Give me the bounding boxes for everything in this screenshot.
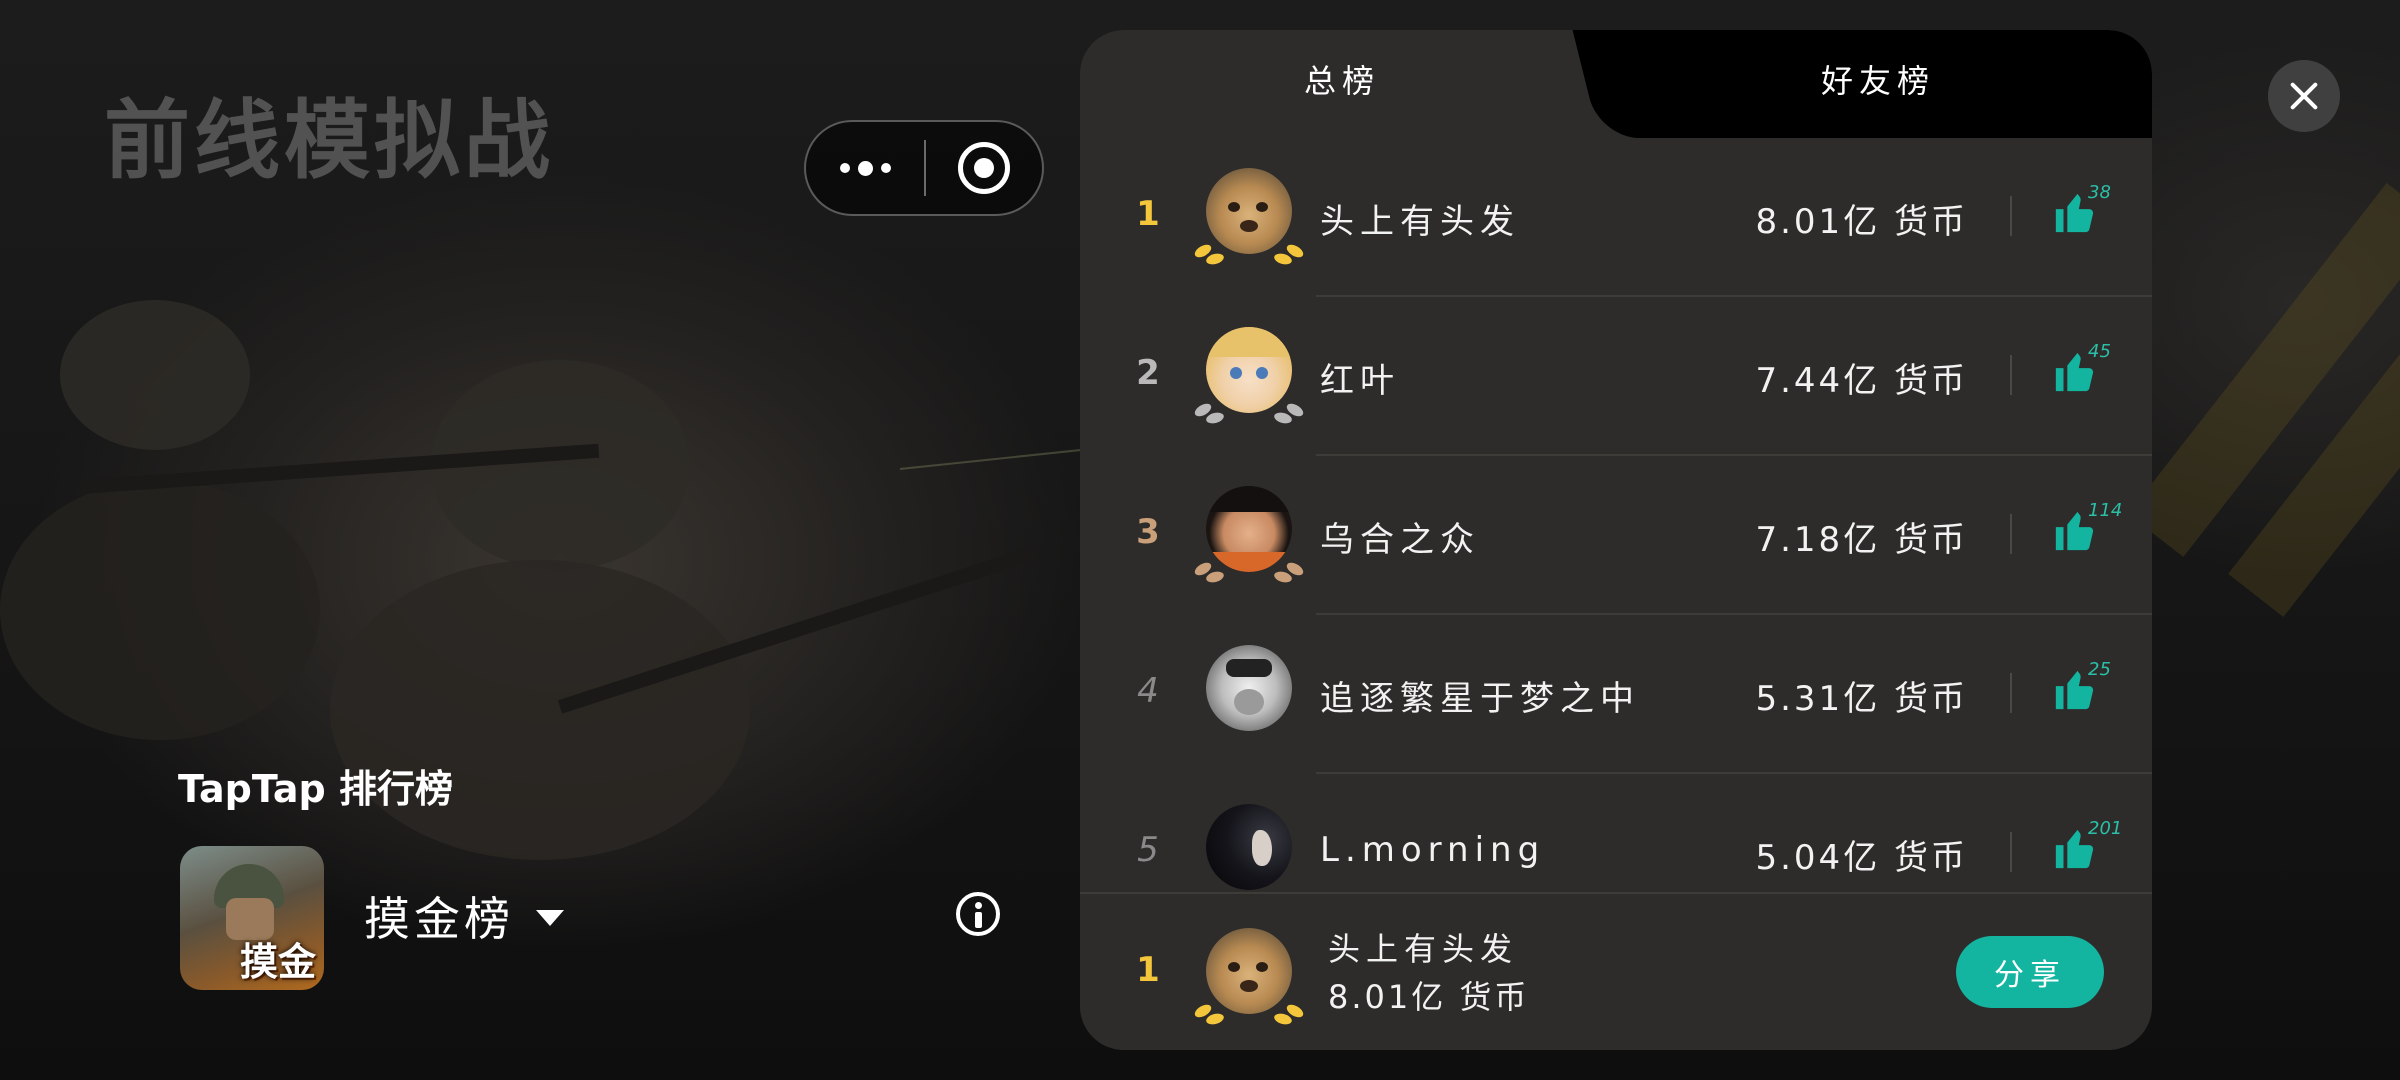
avatar[interactable] — [1206, 645, 1292, 731]
record-icon — [958, 142, 1010, 194]
my-score: 8.01亿 货币 — [1328, 978, 1530, 1016]
player-score: 8.01亿 货币 — [1755, 202, 1968, 242]
gold-wreath-icon — [1192, 992, 1306, 1032]
bronze-wreath-icon — [1192, 550, 1306, 590]
player-name: 乌合之众 — [1320, 520, 1480, 560]
exit-button[interactable] — [926, 122, 1042, 214]
game-title: 前线模拟战 — [104, 91, 554, 191]
player-name: L.morning — [1320, 830, 1546, 870]
rank-number: 3 — [1136, 512, 1160, 552]
share-button[interactable]: 分享 — [1956, 936, 2104, 1008]
like-count: 201 — [2088, 818, 2123, 839]
list-item[interactable]: 1 头上有头发 8.01亿 货币 38 — [1080, 138, 2152, 297]
my-name: 头上有头发 — [1328, 930, 1519, 968]
player-name: 头上有头发 — [1320, 202, 1520, 242]
like-count: 25 — [2088, 659, 2111, 680]
game-icon-text: 摸金 — [239, 940, 316, 984]
my-rank-bar: 1 头上有头发 8.01亿 货币 分享 — [1080, 892, 2152, 1050]
more-dots-icon — [839, 163, 850, 173]
tab-bar: 总榜 好友榜 — [1080, 30, 2152, 138]
rank-number: 4 — [1137, 671, 1159, 711]
board-selector-label: 摸金榜 — [364, 892, 514, 946]
player-score: 5.04亿 货币 — [1755, 838, 1968, 878]
game-icon: 摸金 — [180, 846, 324, 990]
rank-number: 5 — [1137, 830, 1159, 870]
my-rank-number: 1 — [1136, 950, 1160, 990]
close-button[interactable] — [2268, 60, 2340, 132]
ranking-list[interactable]: 1 头上有头发 8.01亿 货币 38 2 红叶 7.44亿 货币 45 3 乌… — [1080, 138, 2152, 922]
like-count: 45 — [2088, 341, 2111, 362]
list-item[interactable]: 4 追逐繁星于梦之中 5.31亿 货币 25 — [1080, 615, 2152, 774]
player-score: 7.18亿 货币 — [1755, 520, 1968, 560]
leaderboard-panel: 总榜 好友榜 1 头上有头发 8.01亿 货币 38 2 红叶 7.44亿 货币… — [1080, 30, 2152, 1050]
tab-friends[interactable]: 好友榜 — [1604, 56, 2152, 102]
player-name: 追逐繁星于梦之中 — [1320, 679, 1640, 719]
leaderboard-title: TapTap 排行榜 — [178, 767, 453, 811]
avatar[interactable] — [1206, 804, 1292, 890]
tab-overall[interactable]: 总榜 — [1080, 56, 1604, 102]
gold-wreath-icon — [1192, 232, 1306, 272]
like-count: 38 — [2088, 182, 2111, 203]
close-icon — [2289, 81, 2319, 111]
more-button[interactable] — [806, 122, 924, 214]
board-selector[interactable]: 摸金榜 — [364, 886, 564, 946]
list-item[interactable]: 3 乌合之众 7.18亿 货币 114 — [1080, 456, 2152, 615]
player-score: 7.44亿 货币 — [1755, 361, 1968, 401]
list-item[interactable]: 2 红叶 7.44亿 货币 45 — [1080, 297, 2152, 456]
rank-number: 1 — [1136, 194, 1160, 234]
like-count: 114 — [2088, 500, 2123, 521]
silver-wreath-icon — [1192, 391, 1306, 431]
player-name: 红叶 — [1320, 361, 1400, 401]
caret-down-icon — [536, 910, 564, 926]
info-icon[interactable] — [956, 892, 1000, 936]
rank-number: 2 — [1136, 353, 1160, 393]
player-score: 5.31亿 货币 — [1755, 679, 1968, 719]
mini-program-capsule — [804, 120, 1044, 216]
